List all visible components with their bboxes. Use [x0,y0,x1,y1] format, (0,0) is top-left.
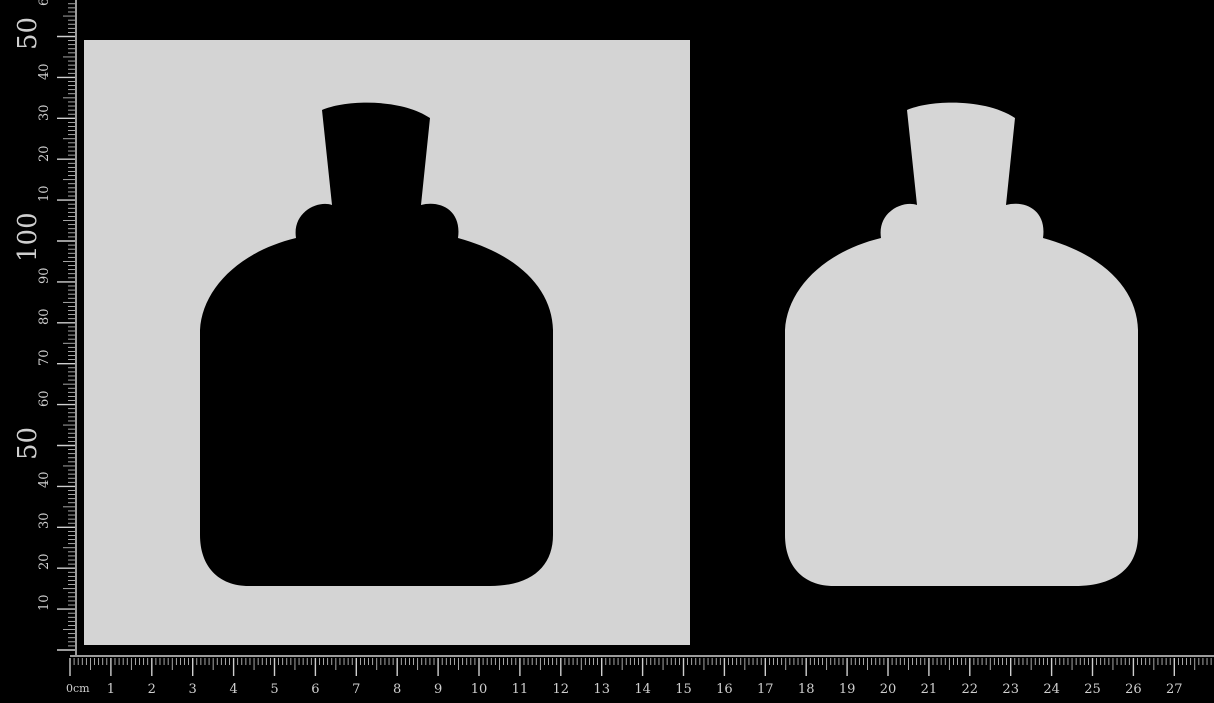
ruler-label: 9 [434,682,442,697]
left-ruler-label: 60 [37,390,52,407]
ruler-label: 8 [393,682,401,697]
bottom-ruler-unit-label: 0cm [66,682,90,695]
ruler-label: 16 [716,682,733,697]
ruler-label: 1 [107,682,115,697]
ruler-label: 22 [962,682,979,697]
left-ruler-label: 10 [37,594,52,611]
bottle-mask [785,102,1138,587]
left-ruler-label: 20 [37,553,52,570]
ruler-label: 27 [1166,682,1183,697]
stencil-photo: 6 50 40 30 20 10 100 90 80 70 60 50 40 3… [0,0,1214,703]
left-ruler-label: 6 [37,0,52,6]
ruler-label: 17 [757,682,774,697]
ruler-label: 6 [311,682,319,697]
left-ruler-label: 40 [37,471,52,488]
stencil-sheet [84,40,690,645]
ruler-label: 18 [798,682,815,697]
ruler-label: 15 [675,682,692,697]
left-ruler-label: 80 [37,308,52,325]
ruler-label: 13 [593,682,610,697]
ruler-label: 19 [839,682,856,697]
left-ruler-label: 90 [37,267,52,284]
ruler-label: 23 [1002,682,1019,697]
ruler-label: 20 [880,682,897,697]
ruler-label: 21 [921,682,938,697]
ruler-label: 10 [471,682,488,697]
ruler-label: 14 [634,682,651,697]
ruler-label: 24 [1043,682,1060,697]
ruler-label: 25 [1084,682,1101,697]
left-ruler-label: 100 [13,212,43,262]
ruler-label: 12 [553,682,570,697]
ruler-label: 26 [1125,682,1142,697]
ruler-label: 5 [270,682,278,697]
ruler-label: 11 [512,682,529,697]
left-ruler-label: 40 [37,63,52,80]
left-ruler-label: 30 [37,512,52,529]
left-ruler-label: 10 [37,185,52,202]
ruler-label: 2 [148,682,156,697]
ruler-label: 4 [229,682,237,697]
left-ruler-label: 50 [13,17,43,50]
left-ruler-label: 30 [37,104,52,121]
bottom-ruler: 0cm 1 2 3 4 5 6 7 8 9 10 11 12 13 14 15 16 17 18 19 20 21 22 2… [0,655,1214,703]
left-ruler: 6 50 40 30 20 10 100 90 80 70 60 50 40 3… [0,0,78,660]
left-ruler-label: 20 [37,145,52,162]
left-ruler-label: 70 [37,349,52,366]
ruler-label: 3 [189,682,197,697]
ruler-label: 7 [352,682,360,697]
left-ruler-label: 50 [13,427,43,460]
